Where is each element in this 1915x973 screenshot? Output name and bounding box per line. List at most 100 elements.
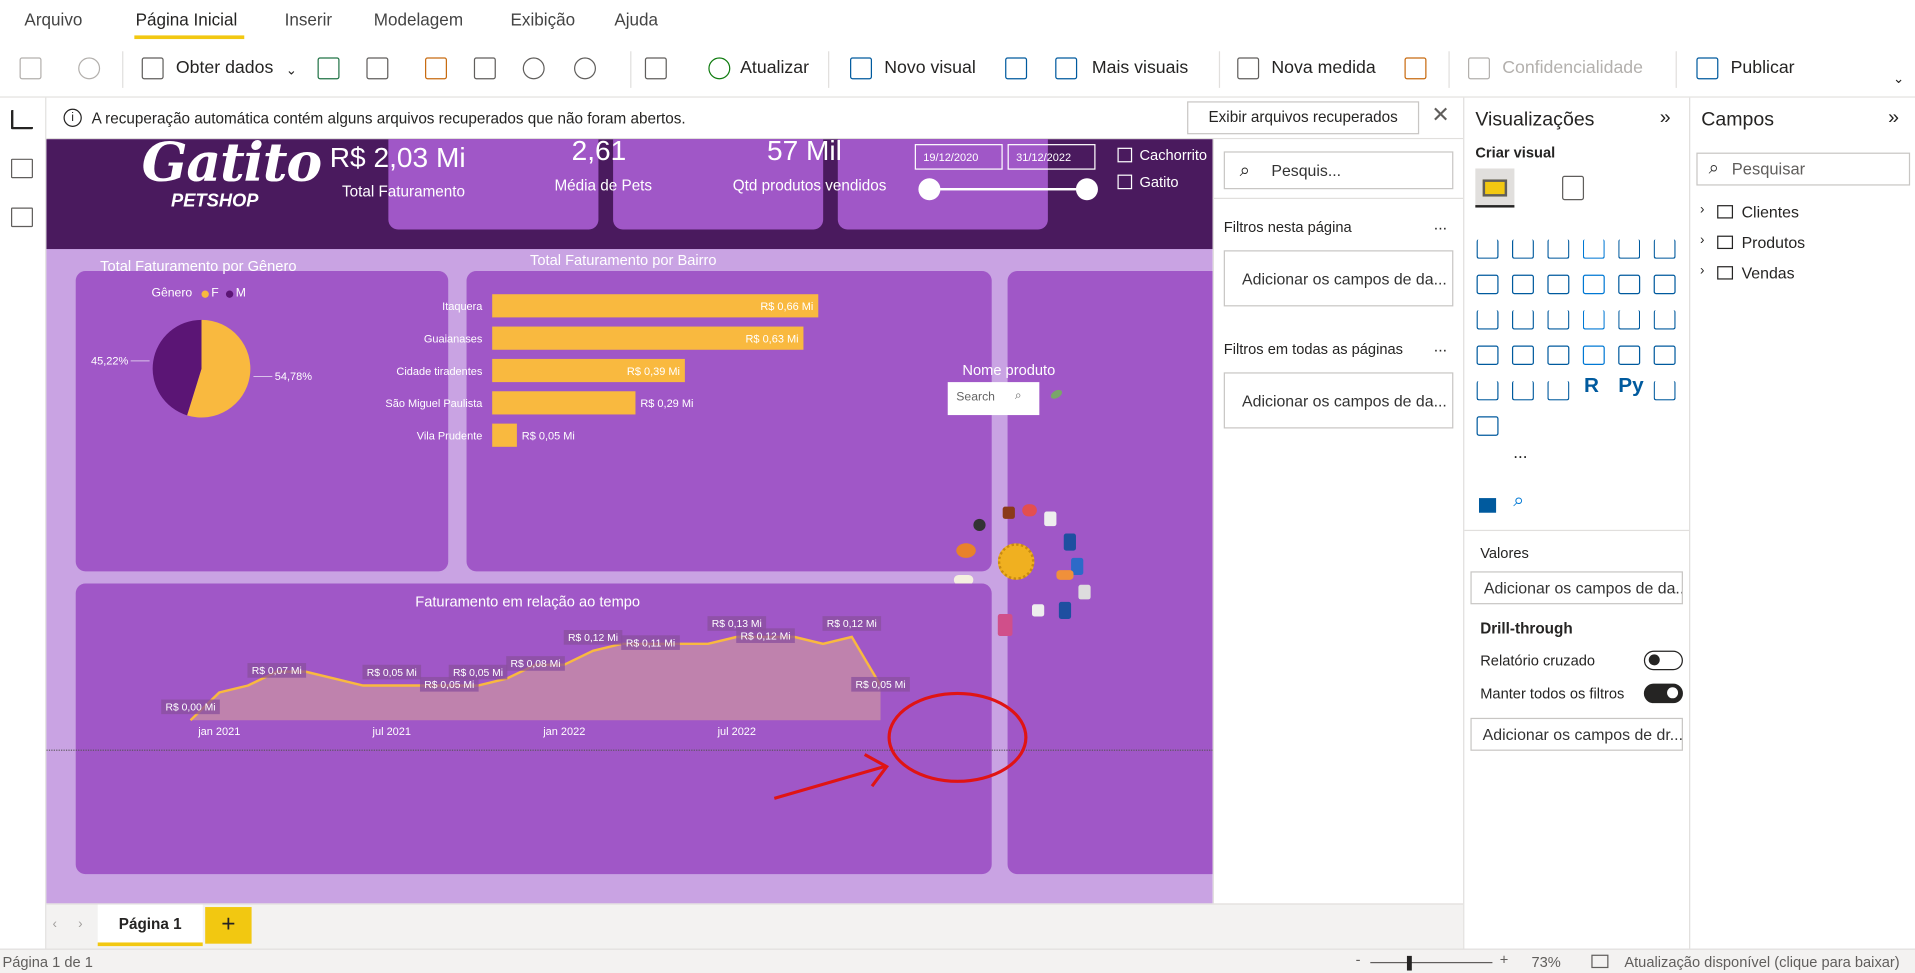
build-visual-tab[interactable] xyxy=(1475,168,1515,208)
visual-type-icon[interactable] xyxy=(1653,239,1676,259)
visual-type-icon[interactable] xyxy=(1476,274,1499,295)
recent-sources-icon[interactable] xyxy=(574,57,596,80)
get-data-button[interactable]: Obter dados xyxy=(176,59,273,79)
date-slider-handle-end[interactable] xyxy=(1075,178,1098,201)
slicer-option[interactable]: Gatito xyxy=(1139,173,1178,190)
keep-filters-toggle[interactable] xyxy=(1643,683,1683,704)
chevron-down-icon[interactable]: ⌄ xyxy=(286,62,297,78)
visual-type-icon[interactable] xyxy=(1618,239,1641,259)
format-visual-icon[interactable] xyxy=(1562,175,1585,201)
menu-ajuda[interactable]: Ajuda xyxy=(614,10,658,30)
menu-inserir[interactable]: Inserir xyxy=(285,10,333,30)
update-available-link[interactable]: Atualização disponível (clique para baix… xyxy=(1624,953,1899,970)
report-canvas[interactable]: Gatito PETSHOP R$ 2,03 Mi Total Faturame… xyxy=(46,139,1213,904)
search-icon[interactable]: ⌕ xyxy=(1513,491,1524,513)
date-end-input[interactable]: 31/12/2022 xyxy=(1007,144,1096,170)
visual-type-icon[interactable] xyxy=(1582,345,1605,366)
enter-data-icon[interactable] xyxy=(473,57,496,80)
r-visual-icon[interactable]: R xyxy=(1584,374,1599,398)
visual-type-icon[interactable] xyxy=(1511,239,1534,259)
close-icon[interactable]: ✕ xyxy=(1431,103,1449,129)
visual-type-icon[interactable] xyxy=(1653,310,1676,330)
quick-measure-icon[interactable] xyxy=(1404,57,1427,80)
sql-server-icon[interactable] xyxy=(425,57,447,80)
bar-chart[interactable]: Itaquera R$ 0,66 Mi Guaianases R$ 0,63 Mi Ci… xyxy=(369,286,1004,457)
date-slider-handle-start[interactable] xyxy=(918,178,941,201)
expand-icon[interactable]: › xyxy=(1700,264,1704,279)
visual-type-icon[interactable] xyxy=(1547,239,1570,259)
visual-type-icon[interactable] xyxy=(1511,380,1534,401)
dataverse-icon[interactable] xyxy=(522,57,545,80)
sensitivity-button[interactable]: Confidencialidade xyxy=(1502,59,1643,79)
collapse-pane-icon[interactable]: » xyxy=(1888,107,1899,129)
visual-type-icon[interactable] xyxy=(1511,274,1534,295)
visual-type-icon[interactable] xyxy=(1653,274,1676,295)
expand-icon[interactable]: › xyxy=(1700,203,1704,218)
checkbox-cachorrito[interactable] xyxy=(1117,147,1133,163)
zoom-level[interactable]: 73% xyxy=(1532,953,1561,970)
new-measure-button[interactable]: Nova medida xyxy=(1271,59,1375,79)
visual-type-icon[interactable] xyxy=(1582,274,1605,295)
zoom-slider-handle[interactable] xyxy=(1406,955,1412,971)
visual-type-icon[interactable] xyxy=(1511,310,1534,330)
visual-type-icon[interactable] xyxy=(1547,380,1570,401)
collapse-ribbon-icon[interactable]: ⌄ xyxy=(1893,71,1904,87)
show-recovered-files-button[interactable]: Exibir arquivos recuperados xyxy=(1187,101,1420,135)
collapse-pane-icon[interactable]: » xyxy=(1660,107,1671,129)
format-painter-icon[interactable] xyxy=(78,57,101,80)
visual-type-icon[interactable] xyxy=(1476,239,1499,259)
visual-type-icon[interactable] xyxy=(1582,239,1605,259)
publish-button[interactable]: Publicar xyxy=(1731,59,1795,79)
fields-search-input[interactable]: ⌕ Pesquisar xyxy=(1696,152,1911,186)
python-visual-icon[interactable]: Py xyxy=(1618,374,1643,398)
custom-visual-icon[interactable] xyxy=(1478,498,1497,513)
new-visual-button[interactable]: Novo visual xyxy=(884,59,976,79)
visual-type-icon[interactable] xyxy=(1547,274,1570,295)
visual-type-icon[interactable] xyxy=(1476,416,1499,436)
expand-icon[interactable]: › xyxy=(1700,233,1704,248)
menu-arquivo[interactable]: Arquivo xyxy=(24,10,82,30)
data-hub-icon[interactable] xyxy=(366,57,389,80)
visual-type-icon[interactable] xyxy=(1653,345,1676,366)
visual-type-icon[interactable] xyxy=(1582,310,1605,330)
model-view-icon[interactable] xyxy=(10,207,33,228)
visual-type-icon[interactable] xyxy=(1547,345,1570,366)
report-view-icon[interactable] xyxy=(10,109,33,130)
menu-pagina-inicial[interactable]: Página Inicial xyxy=(136,10,238,30)
visual-type-icon[interactable] xyxy=(1653,380,1676,401)
paste-icon[interactable] xyxy=(19,57,42,80)
refresh-button[interactable]: Atualizar xyxy=(740,59,809,79)
cross-report-toggle[interactable] xyxy=(1643,650,1683,671)
more-visuals-button[interactable]: Mais visuais xyxy=(1092,59,1188,79)
visual-type-icon[interactable] xyxy=(1476,380,1499,401)
more-visuals-icon[interactable]: ... xyxy=(1513,442,1527,462)
values-well[interactable]: Adicionar os campos de da... xyxy=(1470,571,1683,605)
add-all-pages-filter-well[interactable]: Adicionar os campos de da... xyxy=(1223,372,1454,429)
product-search-input[interactable]: Search ⌕ xyxy=(947,382,1040,416)
transform-data-icon[interactable] xyxy=(644,57,667,80)
menu-exibicao[interactable]: Exibição xyxy=(511,10,576,30)
visual-type-icon[interactable] xyxy=(1618,310,1641,330)
text-box-icon[interactable] xyxy=(1005,57,1028,80)
more-options-icon[interactable]: ... xyxy=(1434,337,1447,355)
add-page-filter-well[interactable]: Adicionar os campos de da... xyxy=(1223,250,1454,307)
zoom-out-button[interactable]: - xyxy=(1356,951,1361,968)
visual-type-icon[interactable] xyxy=(1511,345,1534,366)
next-page-icon[interactable]: › xyxy=(78,917,82,932)
date-start-input[interactable]: 19/12/2020 xyxy=(914,144,1003,170)
more-options-icon[interactable]: ... xyxy=(1434,215,1447,233)
fit-to-page-icon[interactable] xyxy=(1591,954,1609,969)
add-page-button[interactable]: + xyxy=(205,907,252,944)
prev-page-icon[interactable]: ‹ xyxy=(53,917,57,932)
zoom-in-button[interactable]: + xyxy=(1500,951,1509,968)
visual-type-icon[interactable] xyxy=(1547,310,1570,330)
slicer-option[interactable]: Cachorrito xyxy=(1139,146,1207,163)
visual-type-icon[interactable] xyxy=(1618,274,1641,295)
excel-icon[interactable] xyxy=(317,57,340,80)
visual-type-icon[interactable] xyxy=(1476,310,1499,330)
drillthrough-well[interactable]: Adicionar os campos de dr... xyxy=(1470,717,1683,751)
page-tab[interactable]: Página 1 xyxy=(97,904,203,947)
checkbox-gatito[interactable] xyxy=(1117,174,1133,190)
data-view-icon[interactable] xyxy=(10,158,33,179)
visual-type-icon[interactable] xyxy=(1476,345,1499,366)
